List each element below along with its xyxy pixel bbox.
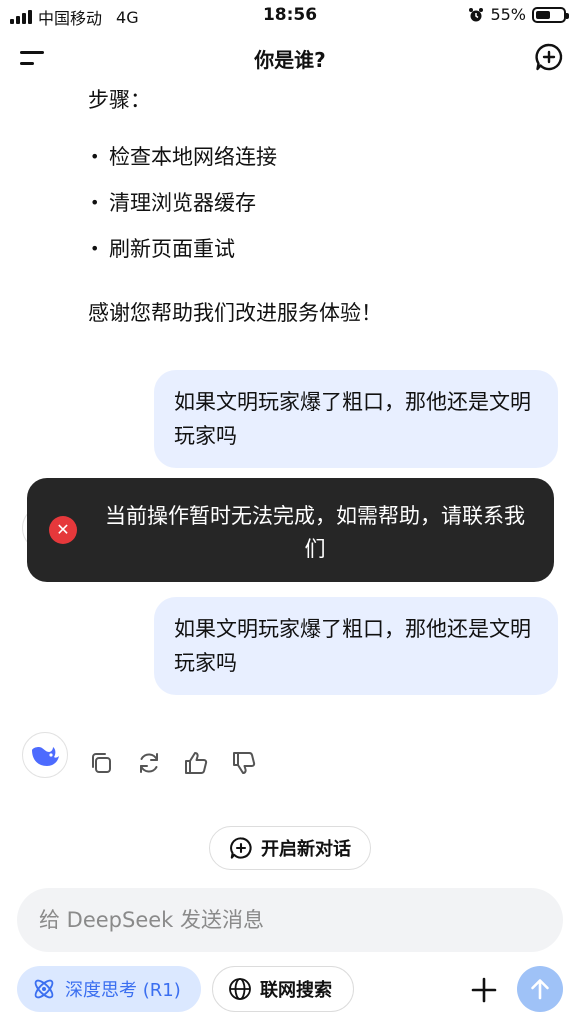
new-dialog-button[interactable]: 开启新对话 (209, 826, 371, 870)
thumbs-down-icon[interactable] (231, 750, 257, 776)
error-icon: ✕ (49, 516, 77, 544)
user-message: 如果文明玩家爆了粗口，那他还是文明玩家吗 (154, 370, 558, 468)
atom-icon (34, 979, 54, 999)
status-bar: 中国移动 4G 18:56 55% (0, 0, 580, 32)
steps-list: 检查本地网络连接 清理浏览器缓存 刷新页面重试 (88, 142, 277, 280)
regenerate-icon[interactable] (136, 750, 162, 776)
globe-icon (229, 978, 251, 1000)
arrow-up-icon (531, 979, 549, 1000)
message-input[interactable] (39, 888, 539, 952)
toast-message: 当前操作暂时无法完成，如需帮助，请联系我们 (105, 504, 525, 561)
new-dialog-label: 开启新对话 (261, 839, 351, 860)
user-message: 如果文明玩家爆了粗口，那他还是文明玩家吗 (154, 597, 558, 695)
thanks-text: 感谢您帮助我们改进服务体验！ (88, 301, 382, 325)
header: 你是谁? (0, 38, 580, 78)
send-button[interactable] (517, 966, 563, 1012)
page-title: 你是谁? (254, 48, 326, 72)
steps-title: 步骤： (88, 88, 151, 112)
websearch-toggle[interactable]: 联网搜索 (212, 966, 354, 1012)
new-chat-icon (230, 837, 252, 859)
list-item: 检查本地网络连接 (88, 142, 277, 188)
plus-icon[interactable] (469, 975, 499, 1005)
deepthink-label: 深度思考 (R1) (65, 980, 181, 1001)
alarm-icon (469, 7, 484, 21)
copy-icon[interactable] (88, 750, 114, 776)
list-item: 刷新页面重试 (88, 234, 277, 280)
deepseek-logo-icon (22, 732, 68, 778)
deepthink-toggle[interactable]: 深度思考 (R1) (17, 966, 201, 1012)
list-item: 清理浏览器缓存 (88, 188, 277, 234)
status-right: 55% (468, 5, 569, 24)
websearch-label: 联网搜索 (260, 980, 332, 1001)
new-chat-icon[interactable] (534, 42, 564, 72)
message-input-box[interactable] (17, 888, 563, 952)
thumbs-up-icon[interactable] (183, 750, 209, 776)
battery-icon (532, 6, 569, 23)
battery-percent: 55% (490, 5, 526, 24)
